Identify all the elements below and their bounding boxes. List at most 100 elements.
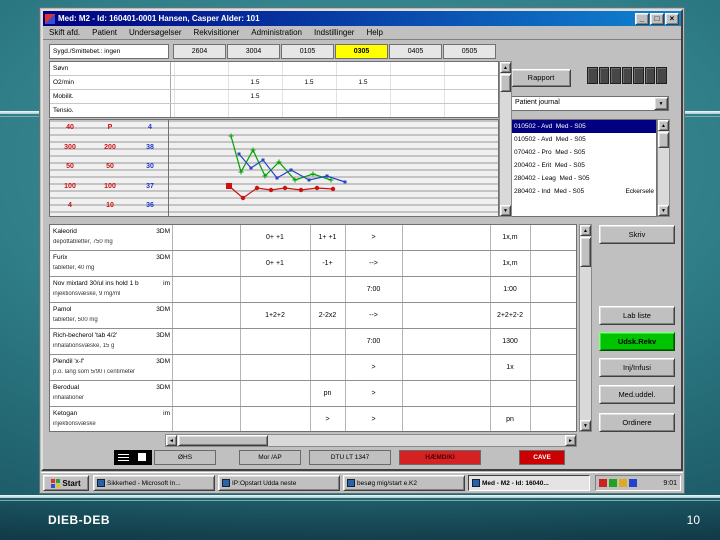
- medication-dose-cell[interactable]: >: [310, 416, 345, 423]
- scroll-up-icon[interactable]: ▲: [580, 225, 591, 236]
- medication-row-furix[interactable]: Furix 3DM tabletter, 40 mg 0+ +1 -1+ --> 1x,m: [50, 251, 576, 277]
- taskbar-task-med-m2-id-16040[interactable]: Med - M2 - Id: 16040...: [468, 475, 590, 491]
- observation-scrollbar[interactable]: ▲ ▼: [499, 61, 512, 217]
- scroll-left-icon[interactable]: ◄: [166, 435, 177, 446]
- medication-dose-cell[interactable]: >: [345, 234, 402, 241]
- medication-row-berodual[interactable]: Berodual 3DM inhalationer pn >: [50, 381, 576, 407]
- obs-value-cell[interactable]: 1.5: [282, 79, 336, 86]
- scroll-up-icon[interactable]: ▲: [500, 62, 511, 73]
- medication-hscrollbar[interactable]: ◄ ►: [165, 434, 577, 447]
- medication-dose-cell[interactable]: -->: [345, 260, 402, 267]
- menu-item-skift-afd[interactable]: Skift afd.: [43, 28, 86, 37]
- status-cell-cave[interactable]: CAVE: [519, 450, 565, 465]
- side-button-lab-liste[interactable]: Lab liste: [599, 306, 675, 325]
- medication-row-rich-becherol-tab-4-2[interactable]: Rich-becherol 'tab 4/2' 3DM inhalationsvæs…: [50, 329, 576, 355]
- date-column-0505[interactable]: 0505: [443, 44, 496, 59]
- side-button-med-uddel[interactable]: Med.uddel.: [599, 385, 675, 404]
- journal-entry[interactable]: 200402 - Erit Med - S05: [512, 159, 656, 172]
- obs-value-cell[interactable]: 1.5: [336, 79, 390, 86]
- minimize-button[interactable]: _: [635, 12, 649, 25]
- medication-dose-cell[interactable]: 1x,m: [490, 260, 530, 267]
- windows-logo-icon: [51, 478, 61, 488]
- chevron-down-icon[interactable]: ▼: [654, 97, 668, 110]
- tray-icon[interactable]: [609, 479, 617, 487]
- medication-dose-cell[interactable]: -1+: [310, 260, 345, 267]
- rapport-button[interactable]: Rapport: [511, 69, 571, 87]
- scroll-up-icon[interactable]: ▲: [658, 120, 669, 131]
- journal-entry-text: 280402 - Ind Med - S05: [514, 188, 585, 195]
- medication-dose-cell[interactable]: 7:00: [345, 338, 402, 345]
- maximize-button[interactable]: □: [650, 12, 664, 25]
- menu-item-administration[interactable]: Administration: [245, 28, 308, 37]
- tray-icon[interactable]: [629, 479, 637, 487]
- start-button[interactable]: Start: [43, 475, 89, 491]
- journal-entry[interactable]: 280402 - Ind Med - S05 Eckersele: [512, 185, 656, 198]
- date-column-2604[interactable]: 2604: [173, 44, 226, 59]
- medication-dose-cell[interactable]: 7:00: [345, 286, 402, 293]
- medication-dose-cell[interactable]: pn: [310, 390, 345, 397]
- status-cell-mor-ap[interactable]: Mor /AP: [239, 450, 301, 465]
- journal-entry[interactable]: 280402 - Leag Med - S05: [512, 172, 656, 185]
- medication-dose-cell[interactable]: 2-2x2: [310, 312, 345, 319]
- tray-icon[interactable]: [599, 479, 607, 487]
- side-button-inj-infusi[interactable]: Inj/Infusi: [599, 358, 675, 377]
- scrollbar-thumb[interactable]: [178, 435, 268, 446]
- menu-item-rekvisitioner[interactable]: Rekvisitioner: [188, 28, 246, 37]
- journal-entry[interactable]: 010502 - Avd Med - S05: [512, 133, 656, 146]
- date-column-0405[interactable]: 0405: [389, 44, 442, 59]
- medication-row-kaleorid[interactable]: Kaleorid 3DM depottabletter, 750 mg 0+ +1 1+…: [50, 225, 576, 251]
- medication-row-nov-mixtard-30-ul-ins-hold-1-b[interactable]: Nov mixtard 30/ul ins hold 1 b im injektio…: [50, 277, 576, 303]
- date-column-0305[interactable]: 0305: [335, 44, 388, 59]
- obs-value-cell[interactable]: 1.5: [228, 93, 282, 100]
- scroll-down-icon[interactable]: ▼: [500, 205, 511, 216]
- journal-select[interactable]: Patient journal ▼: [511, 96, 669, 111]
- menu-item-help[interactable]: Help: [360, 28, 388, 37]
- medication-row-ketogan[interactable]: Ketogan im injektionsvæske > > pn: [50, 407, 576, 431]
- medication-dose-cell[interactable]: 1x: [490, 364, 530, 371]
- title-bar[interactable]: Med: M2 - Id: 160401-0001 Hansen, Casper…: [43, 11, 681, 26]
- scrollbar-thumb[interactable]: [500, 74, 511, 92]
- medication-dose-cell[interactable]: 1x,m: [490, 234, 530, 241]
- vitals-scale-value: 4: [68, 202, 72, 210]
- taskbar-task-besøg-mig-start-e-k2[interactable]: besøg mig/start e.K2: [343, 475, 465, 491]
- scrollbar-thumb[interactable]: [658, 132, 669, 148]
- scroll-right-icon[interactable]: ►: [565, 435, 576, 446]
- status-cell-dtu-lt-1347[interactable]: DTU LT 1347: [309, 450, 391, 465]
- medication-dose-cell[interactable]: 0+ +1: [240, 234, 310, 241]
- journal-entry[interactable]: 010502 - Avd Med - S05: [512, 120, 656, 133]
- medication-dose-cell[interactable]: 1300: [490, 338, 530, 345]
- medication-dose-cell[interactable]: -->: [345, 312, 402, 319]
- menu-item-patient[interactable]: Patient: [86, 28, 123, 37]
- medication-dose-cell[interactable]: >: [345, 390, 402, 397]
- close-button[interactable]: ×: [665, 12, 679, 25]
- medication-dose-cell[interactable]: >: [345, 416, 402, 423]
- journal-entry[interactable]: 070402 - Pro Med - S05: [512, 146, 656, 159]
- scrollbar-thumb[interactable]: [580, 237, 591, 267]
- medication-row-pamol[interactable]: Pamol 3DM tabletter, 500 mg 1+2+2 2-2x2 --> 2+…: [50, 303, 576, 329]
- medication-dose-cell[interactable]: 0+ +1: [240, 260, 310, 267]
- status-cell-hæmd-ki[interactable]: HÆMD/KI: [399, 450, 481, 465]
- scroll-down-icon[interactable]: ▼: [580, 420, 591, 431]
- date-column-0105[interactable]: 0105: [281, 44, 334, 59]
- medication-dose-cell[interactable]: pn: [490, 416, 530, 423]
- menu-item-indstillinger[interactable]: Indstillinger: [308, 28, 360, 37]
- medication-row-plendil-x-f[interactable]: Plendil 'x-f' 3DM p.o. lang som 5/90 i cen…: [50, 355, 576, 381]
- tray-icon[interactable]: [619, 479, 627, 487]
- scroll-down-icon[interactable]: ▼: [658, 205, 669, 216]
- medication-dose-cell[interactable]: 1+ +1: [310, 234, 345, 241]
- obs-value-cell[interactable]: 1.5: [228, 79, 282, 86]
- side-button-ordinere[interactable]: Ordinere: [599, 413, 675, 432]
- journal-scrollbar[interactable]: ▲ ▼: [657, 119, 670, 217]
- menu-item-undersøgelser[interactable]: Undersøgelser: [123, 28, 187, 37]
- medication-dose-cell[interactable]: >: [345, 364, 402, 371]
- side-button-udsk-rekv[interactable]: Udsk.Rekv: [599, 332, 675, 351]
- taskbar-task-sikkerhed-microsoft-in[interactable]: Sikkerhed - Microsoft In...: [93, 475, 215, 491]
- taskbar-task-ip-opstart-udda-neste[interactable]: IP:Opstart Udda neste: [218, 475, 340, 491]
- status-cell-øhs[interactable]: ØHS: [154, 450, 216, 465]
- side-button-skriv[interactable]: Skriv: [599, 225, 675, 244]
- medication-dose-cell[interactable]: 2+2+2-2: [490, 312, 530, 319]
- medication-scrollbar[interactable]: ▲ ▼: [579, 224, 592, 432]
- medication-dose-cell[interactable]: 1:00: [490, 286, 530, 293]
- medication-dose-cell[interactable]: 1+2+2: [240, 312, 310, 319]
- date-column-3004[interactable]: 3004: [227, 44, 280, 59]
